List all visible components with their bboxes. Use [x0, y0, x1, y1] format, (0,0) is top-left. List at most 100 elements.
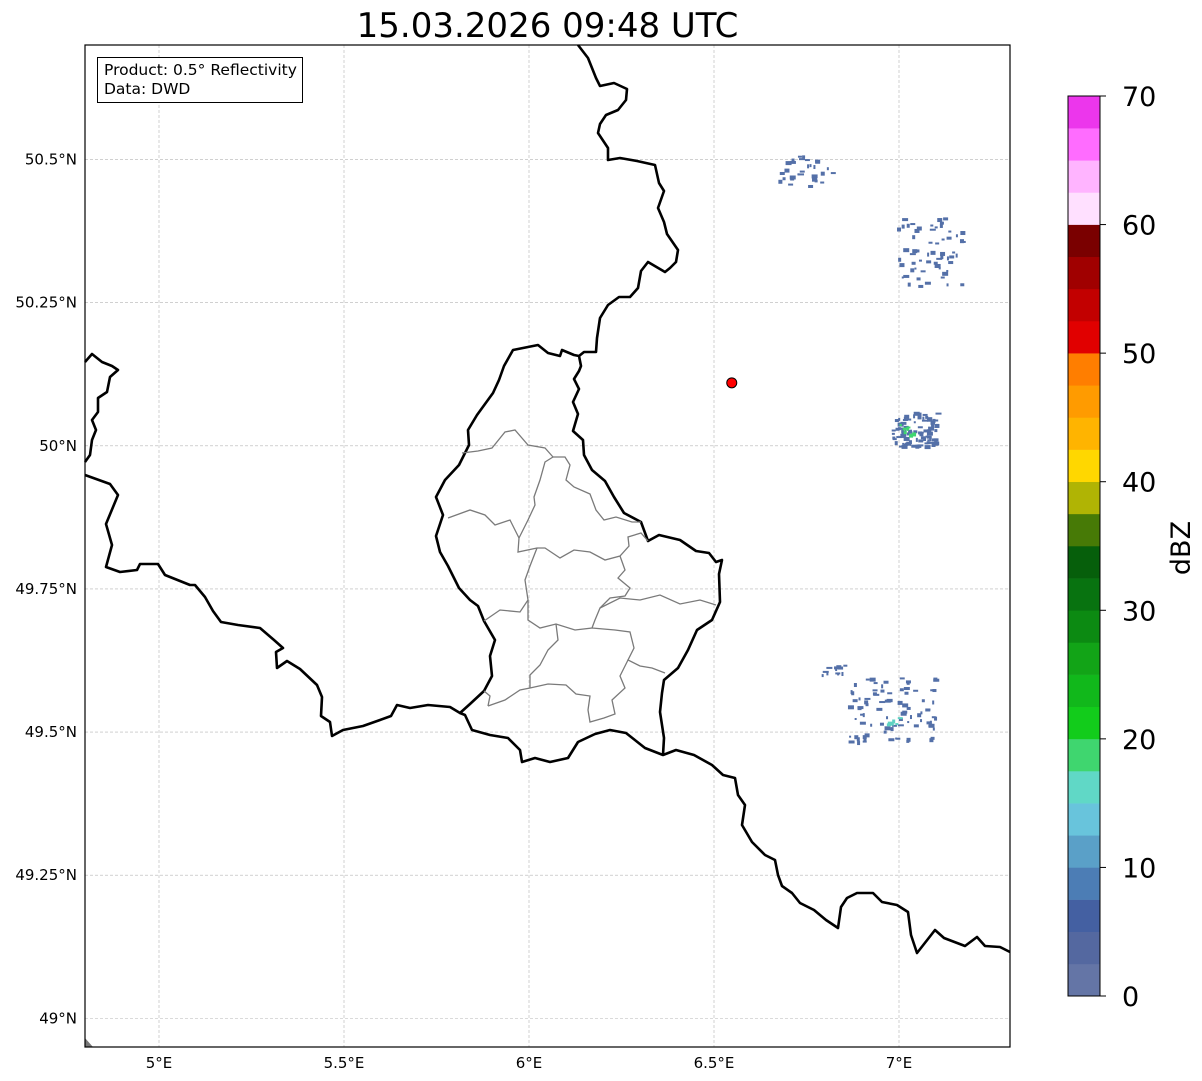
echo-pixel — [907, 721, 910, 724]
echo-pixel — [918, 439, 924, 443]
echo-pixel — [946, 269, 949, 272]
echo-pixel — [946, 283, 949, 287]
echo-pixel — [779, 171, 785, 175]
echo-pixel — [820, 171, 825, 176]
echo-pixel — [826, 167, 829, 171]
country-borders — [83, 44, 1011, 1047]
echo-pixel — [913, 421, 916, 424]
echo-pixel — [921, 419, 928, 422]
echo-pixel — [919, 432, 924, 437]
echo-pixel — [895, 427, 900, 431]
echo-pixel — [948, 230, 952, 233]
lon-tick-label: 6.5°E — [694, 1054, 735, 1072]
echo-pixel — [917, 426, 923, 429]
echo-pixel — [913, 689, 919, 692]
echo-pixel — [918, 284, 924, 288]
echo-pixel — [820, 181, 825, 184]
echo-pixel — [910, 223, 916, 226]
echo-pixel — [811, 174, 818, 179]
echo-pixel — [949, 255, 955, 259]
echo-pixel — [955, 234, 958, 238]
lat-tick-label: 50°N — [39, 437, 77, 455]
echo-pixel — [852, 699, 858, 703]
echo-pixel — [916, 277, 921, 281]
echo-pixel — [815, 159, 821, 164]
map-frame — [84, 44, 1011, 1048]
echo-pixel — [841, 671, 844, 676]
colorbar-band — [1068, 224, 1100, 258]
echo-pixel — [799, 170, 805, 173]
echo-pixel — [854, 717, 857, 720]
district-line — [517, 456, 649, 561]
colorbar-label: dBZ — [1166, 521, 1197, 575]
colorbar-band — [1068, 353, 1100, 386]
echo-pixel — [897, 724, 904, 727]
echo-pixel — [843, 664, 848, 667]
colorbar-tick-label: 20 — [1122, 725, 1156, 756]
echo-pixel — [917, 713, 922, 718]
echo-pixel — [914, 249, 920, 253]
info-product: Product: 0.5° Reflectivity — [104, 61, 297, 79]
echo-pixel — [906, 427, 909, 431]
colorbar-band — [1068, 578, 1100, 611]
echo-pixel — [883, 730, 887, 734]
echo-pixel — [922, 413, 928, 416]
echo-pixel — [886, 716, 889, 720]
echo-pixel — [903, 248, 910, 253]
echo-pixel — [932, 727, 935, 731]
radar-site-marker — [726, 377, 738, 389]
echo-pixel — [933, 438, 939, 442]
echo-pixel — [913, 724, 919, 728]
district-line — [529, 623, 559, 688]
colorbar-band — [1068, 738, 1100, 772]
echo-pixel — [918, 259, 922, 262]
echo-pixel — [854, 735, 859, 740]
echo-pixel — [903, 416, 906, 420]
gridlines — [85, 45, 1010, 1047]
echo-pixel — [905, 680, 911, 684]
echo-pixel — [906, 706, 911, 710]
echo-pixel — [926, 431, 933, 436]
echo-pixel — [924, 281, 931, 285]
lat-tick-label: 50.25°N — [15, 294, 77, 312]
lon-tick-label: 5.5°E — [324, 1054, 365, 1072]
colorbar-band — [1068, 513, 1100, 547]
echo-pixel — [807, 164, 810, 169]
colorbar-band — [1068, 546, 1100, 579]
echo-pixel — [880, 689, 885, 693]
echo-pixel — [897, 700, 903, 705]
district-line — [527, 555, 631, 631]
echo-pixel — [826, 671, 829, 676]
colorbar-band — [1068, 192, 1100, 225]
district-line — [447, 509, 520, 539]
echo-pixel — [906, 223, 910, 228]
echo-pixel — [943, 217, 949, 221]
echo-pixel — [914, 267, 917, 270]
echo-pixel — [935, 242, 940, 245]
colorbar-band — [1068, 321, 1100, 354]
colorbar-band — [1068, 931, 1100, 965]
echo-pixel — [898, 257, 902, 262]
echo-pixel — [895, 723, 899, 726]
echo-pixel — [849, 735, 852, 738]
echo-pixel — [869, 677, 876, 682]
echo-pixel — [926, 435, 932, 439]
echo-pixel — [879, 722, 884, 726]
echo-pixel — [821, 674, 824, 678]
echo-pixel — [930, 420, 935, 425]
lon-tick-label: 6°E — [516, 1054, 543, 1072]
echo-pixel — [886, 698, 893, 702]
echo-pixel — [782, 177, 786, 181]
echo-pixel — [898, 417, 901, 421]
latitude-ticks: 49°N 49.25°N 49.5°N 49.75°N 50°N 50.25°N 50.5°… — [15, 151, 77, 1028]
echo-pixel — [910, 268, 915, 273]
echo-pixel — [835, 672, 841, 675]
echo-pixel — [814, 179, 818, 183]
echo-pixel — [928, 723, 935, 728]
echo-pixel — [876, 707, 883, 711]
echo-pixel — [790, 178, 795, 181]
echo-pixel — [933, 678, 940, 682]
echo-pixel — [917, 415, 922, 420]
colorbar: 0 10 20 30 40 50 60 70 dBZ — [1067, 82, 1197, 1013]
colorbar-band — [1068, 128, 1100, 161]
